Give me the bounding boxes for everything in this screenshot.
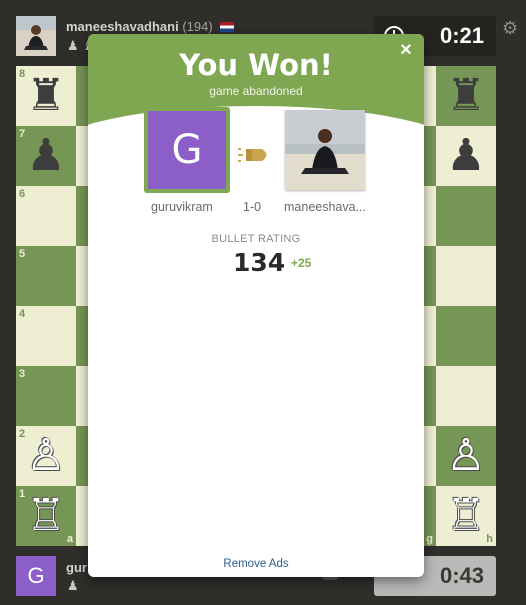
board-square[interactable]: 4 [16, 306, 76, 366]
top-clock-time: 0:21 [439, 23, 484, 48]
gear-icon[interactable]: ⚙ [502, 18, 518, 39]
rank-label: 3 [19, 368, 26, 380]
file-label: g [426, 533, 433, 545]
rating-value: 134 [233, 248, 286, 277]
white-pawn-icon[interactable]: ♙ [16, 426, 76, 486]
top-player-username[interactable]: maneeshavadhani [66, 19, 179, 34]
bottom-player-avatar[interactable]: G [16, 556, 56, 596]
board-square[interactable]: 5 [16, 246, 76, 306]
remove-ads-link[interactable]: Remove Ads [88, 558, 424, 570]
winner-avatar-letter: G [148, 111, 226, 189]
bottom-player-name[interactable]: gur [66, 560, 87, 575]
netherlands-flag-icon [220, 22, 235, 32]
board-square[interactable]: 8 ♜ [16, 66, 76, 126]
game-score: 1-0 [243, 200, 262, 214]
rank-label: 5 [19, 248, 26, 260]
board-square[interactable] [436, 306, 496, 366]
person-photo-icon [285, 110, 365, 190]
rank-label: 4 [19, 308, 26, 320]
person-photo-icon [16, 16, 56, 56]
top-player-rating: (194) [182, 19, 213, 34]
board-square[interactable]: 6 [16, 186, 76, 246]
board-square[interactable]: 1 a ♖ [16, 486, 76, 546]
board-square[interactable]: 2 ♙ [16, 426, 76, 486]
top-player-avatar[interactable] [16, 16, 56, 56]
white-pawn-icon[interactable]: ♙ [436, 426, 496, 486]
rating-label: BULLET RATING [211, 233, 301, 245]
board-square[interactable]: ♙ [436, 426, 496, 486]
black-rook-icon[interactable]: ♜ [16, 66, 76, 126]
bottom-clock-time: 0:43 [439, 563, 484, 588]
white-rook-icon[interactable]: ♖ [16, 486, 76, 546]
black-pawn-icon[interactable]: ♟ [436, 126, 496, 186]
board-square[interactable] [436, 366, 496, 426]
board-square[interactable]: ♟ [436, 126, 496, 186]
rank-label: 6 [19, 188, 26, 200]
bullet-icon [238, 148, 267, 162]
winner-avatar: G [144, 107, 230, 193]
board-square[interactable] [436, 246, 496, 306]
top-player-name[interactable]: maneeshavadhani (194) [66, 19, 235, 34]
black-pawn-icon[interactable]: ♟ [16, 126, 76, 186]
white-rook-icon[interactable]: ♖ [436, 486, 496, 546]
captured-pieces-bottom: ♟ [67, 578, 79, 593]
board-square[interactable]: 7 ♟ [16, 126, 76, 186]
game-over-modal: × You Won! game abandoned G guruvikram 1… [88, 34, 424, 577]
rating-delta: +25 [291, 256, 312, 270]
black-rook-icon[interactable]: ♜ [436, 66, 496, 126]
loser-avatar [285, 110, 365, 190]
result-subtitle: game abandoned [209, 84, 303, 98]
board-square[interactable]: ♜ [436, 66, 496, 126]
board-square[interactable]: h ♖ [436, 486, 496, 546]
result-title: You Won! [179, 48, 333, 82]
board-square[interactable]: 3 [16, 366, 76, 426]
board-square[interactable] [436, 186, 496, 246]
loser-name: maneeshava... [284, 200, 366, 214]
winner-name: guruvikram [151, 200, 213, 214]
